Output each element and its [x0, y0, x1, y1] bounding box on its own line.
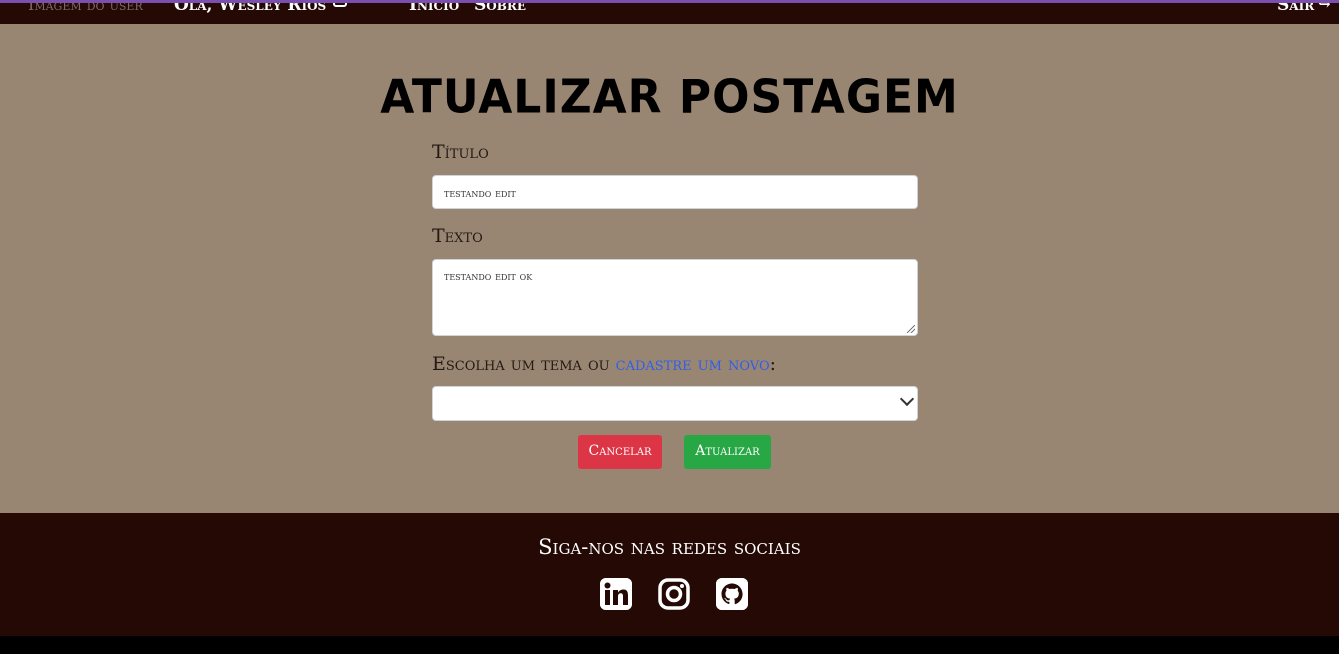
text-textarea[interactable]: testando edit ok	[432, 259, 918, 336]
top-navbar: Imagem do user Olá, Wesley Rios Início S…	[0, 0, 1339, 24]
register-theme-link[interactable]: cadastre um novo	[616, 353, 770, 375]
footer: Siga-nos nas redes sociais	[0, 513, 1339, 636]
theme-label: Escolha um tema ou cadastre um novo:	[432, 353, 776, 375]
user-greeting: Olá, Wesley Rios	[174, 0, 327, 15]
text-label: Texto	[432, 225, 483, 247]
linkedin-icon[interactable]	[600, 578, 632, 610]
theme-label-suffix: :	[769, 353, 777, 375]
text-textarea-value: testando edit ok	[444, 269, 533, 283]
theme-select[interactable]	[432, 386, 918, 421]
cancel-button[interactable]: Cancelar	[578, 435, 662, 469]
logout-link[interactable]: Sair	[1277, 3, 1314, 15]
user-avatar[interactable]: Imagem do user	[28, 3, 143, 14]
title-input[interactable]: testando edit	[432, 175, 918, 209]
title-label: Título	[432, 141, 489, 163]
footer-title: Siga-nos nas redes sociais	[538, 535, 801, 559]
main-content: Atualizar postagem Título testando edit …	[0, 24, 1339, 513]
page-title: Atualizar postagem	[380, 70, 959, 125]
logout-icon[interactable]: ↪	[1318, 3, 1331, 13]
chevron-down-icon	[899, 391, 915, 407]
update-button[interactable]: Atualizar	[684, 435, 771, 469]
instagram-icon[interactable]	[658, 578, 690, 610]
github-icon[interactable]	[716, 578, 748, 610]
nav-link-about[interactable]: Sobre	[474, 3, 526, 15]
theme-label-prefix: Escolha um tema ou	[432, 353, 616, 375]
resize-grip-icon[interactable]	[907, 325, 915, 333]
edit-profile-icon[interactable]	[333, 3, 347, 7]
nav-link-home[interactable]: Início	[409, 3, 459, 15]
